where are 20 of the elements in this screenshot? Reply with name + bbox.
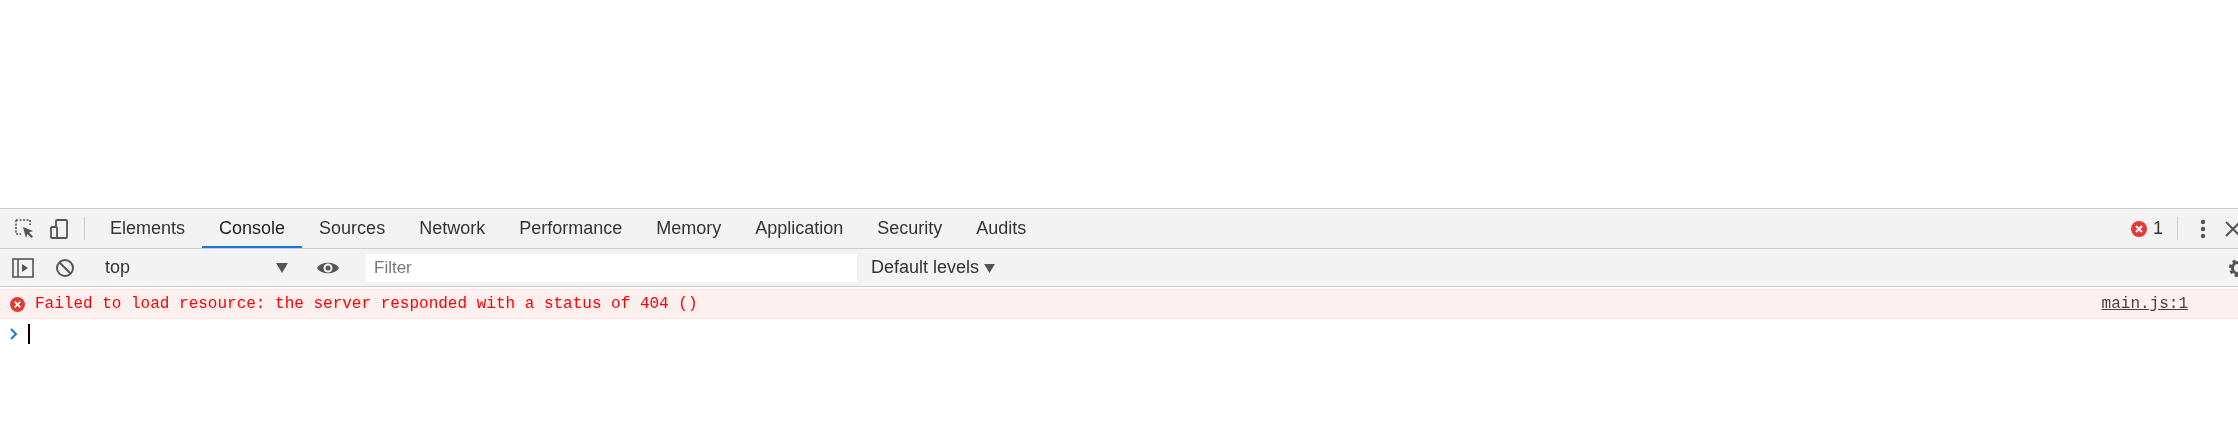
prompt-icon [10,328,18,340]
filter-field[interactable]: Filter [366,253,857,282]
tab[interactable]: Audits [959,211,1044,248]
tab[interactable]: Performance [502,211,640,248]
tab[interactable]: Network [402,211,503,248]
text-cursor [28,324,30,344]
error-icon [2131,220,2147,237]
tab[interactable]: Sources [302,211,403,248]
tab[interactable]: Application [738,211,861,248]
source-link[interactable]: main.js:1 [2101,295,2188,313]
context-dropdown[interactable]: top [99,252,294,283]
levels-dropdown[interactable]: Default levels [865,256,1002,279]
message-text: Failed to load resource: the server responded with a status of 404 () [35,295,699,313]
error-icon [10,296,25,312]
tab[interactable]: Security [860,211,960,248]
error-counter[interactable]: 1 [2125,209,2169,248]
tab[interactable]: Memory [639,211,739,248]
caret-icon [276,262,288,273]
caret-icon [984,264,996,273]
tab[interactable]: Elements [93,211,203,248]
